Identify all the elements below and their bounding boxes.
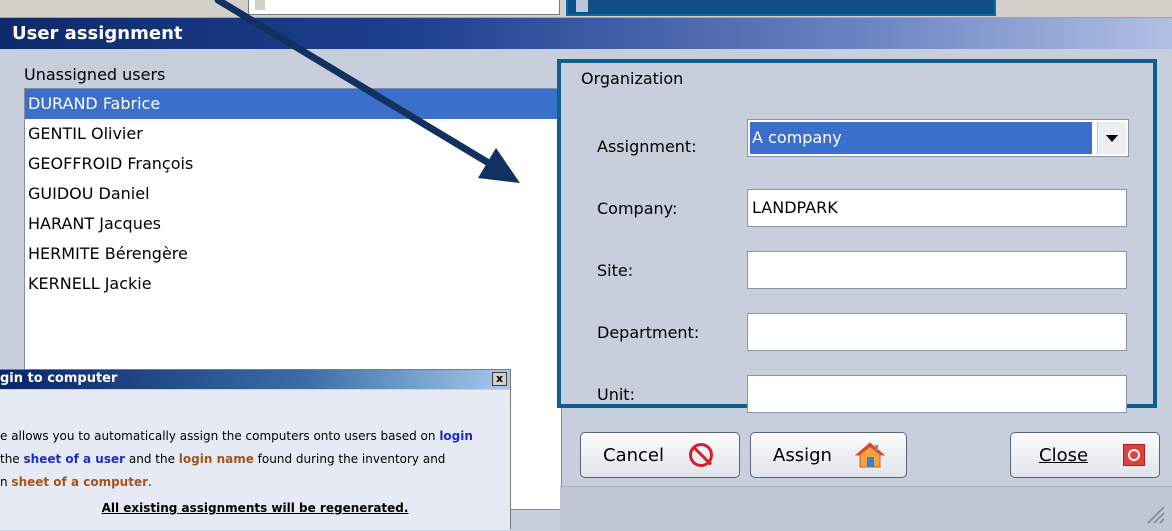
resize-grip-icon[interactable] xyxy=(1144,503,1166,525)
login-dialog-titlebar[interactable]: gin to computer x xyxy=(0,370,510,389)
login-dialog-title: gin to computer xyxy=(0,371,118,386)
line3-text: n xyxy=(0,475,12,489)
line1-text: e allows you to automatically assign the… xyxy=(0,429,440,443)
assignment-label: Assignment: xyxy=(597,137,697,156)
dialog-titlebar[interactable]: User assignment xyxy=(0,18,1172,49)
close-icon[interactable]: x xyxy=(492,372,507,386)
organization-panel: Organization Assignment: A company Compa… xyxy=(557,59,1157,413)
close-button-text: Close xyxy=(1039,444,1089,466)
line3-suffix-text: . xyxy=(148,475,152,489)
description-line-1: e allows you to automatically assign the… xyxy=(0,425,500,448)
assignment-selected-value: A company xyxy=(750,122,1092,154)
prohibited-icon xyxy=(689,443,713,467)
list-item[interactable]: DURAND Fabrice xyxy=(25,89,561,119)
list-item[interactable]: HARANT Jacques xyxy=(25,209,561,239)
description-line-2: the sheet of a user and the login name f… xyxy=(0,448,500,471)
close-button-label: Close xyxy=(1039,445,1088,466)
department-field[interactable] xyxy=(747,313,1127,351)
house-icon xyxy=(855,442,885,468)
login-name-highlight: login name xyxy=(178,452,254,466)
organization-title: Organization xyxy=(581,69,684,88)
company-label: Company: xyxy=(597,199,678,218)
list-item[interactable]: HERMITE Bérengère xyxy=(25,239,561,269)
sheet-of-user-highlight: sheet of a user xyxy=(23,452,126,466)
cancel-button[interactable]: Cancel xyxy=(580,432,740,478)
site-label: Site: xyxy=(597,261,634,280)
background-pane-right xyxy=(566,0,996,16)
close-button[interactable]: Close xyxy=(1010,432,1160,478)
chevron-down-icon[interactable] xyxy=(1097,122,1126,154)
background-pane-left xyxy=(248,0,560,15)
login-dialog-body: e allows you to automatically assign the… xyxy=(0,390,510,530)
button-bar xyxy=(560,486,1172,531)
assignment-select[interactable]: A company xyxy=(747,119,1129,157)
background-window-strip xyxy=(0,0,1172,18)
login-dialog-description: e allows you to automatically assign the… xyxy=(0,425,500,494)
regeneration-warning: All existing assignments will be regener… xyxy=(101,501,409,515)
assign-button-label: Assign xyxy=(773,444,832,466)
site-field[interactable] xyxy=(747,251,1127,289)
description-line-3: n sheet of a computer. xyxy=(0,471,500,494)
department-label: Department: xyxy=(597,323,700,342)
sheet-of-computer-highlight: sheet of a computer xyxy=(11,475,149,489)
list-item[interactable]: KERNELL Jackie xyxy=(25,269,561,299)
list-item[interactable]: GEOFFROID François xyxy=(25,149,561,179)
power-icon xyxy=(1123,444,1145,466)
line2-suffix-text: found during the inventory and xyxy=(253,452,446,466)
list-item[interactable]: GUIDOU Daniel xyxy=(25,179,561,209)
background-pane-icon xyxy=(255,0,265,10)
unit-field[interactable] xyxy=(747,375,1127,413)
unassigned-users-label: Unassigned users xyxy=(24,65,166,84)
background-pane-icon xyxy=(576,0,588,12)
list-item[interactable]: GENTIL Olivier xyxy=(25,119,561,149)
login-to-computer-dialog: gin to computer x e allows you to automa… xyxy=(0,369,511,530)
dialog-title: User assignment xyxy=(12,23,183,44)
line2-text: the xyxy=(0,452,24,466)
cancel-button-label: Cancel xyxy=(603,444,664,466)
company-field[interactable]: LANDPARK xyxy=(747,189,1127,227)
login-highlight: login xyxy=(439,429,473,443)
line2-mid-text: and the xyxy=(125,452,179,466)
assign-button[interactable]: Assign xyxy=(750,432,907,478)
unit-label: Unit: xyxy=(597,385,635,404)
